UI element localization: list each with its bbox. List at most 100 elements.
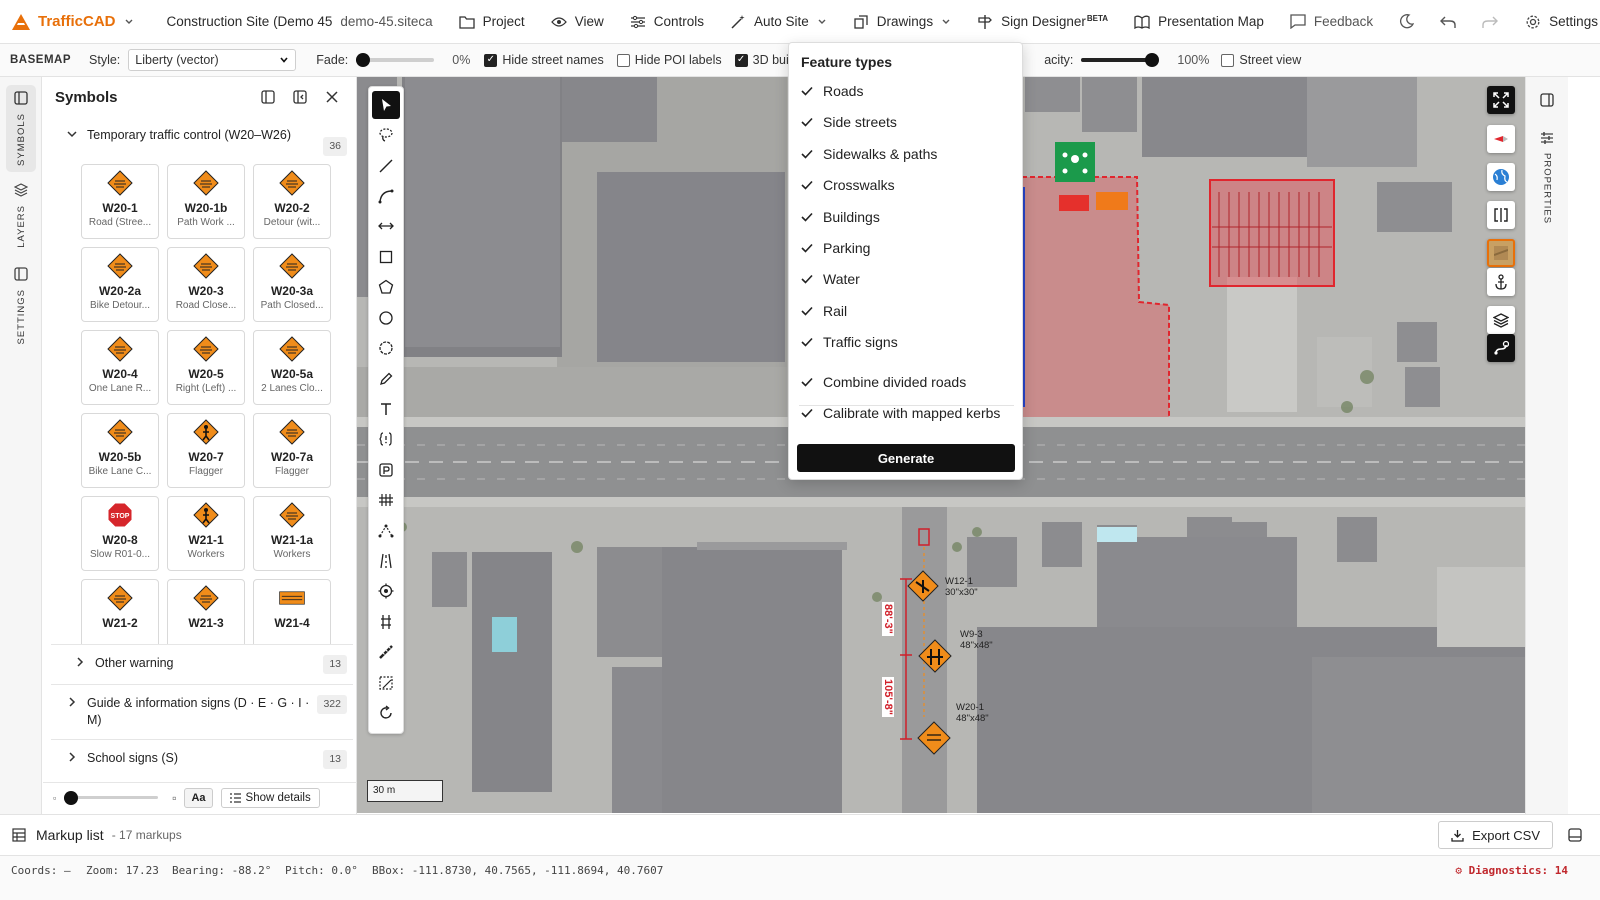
markup-panel-toggle[interactable] [1568,828,1582,845]
rail-tab-layers[interactable]: LAYERS [6,177,36,254]
symbol-card[interactable]: W20-4 One Lane R... [81,330,159,405]
generate-button[interactable]: Generate [797,444,1015,472]
feature-type-option[interactable]: Sidewalks & paths [801,146,937,162]
sign-label-w20-1[interactable]: W20-1 48"x48" [956,702,989,724]
feature-option[interactable]: Combine divided roads [801,374,966,390]
opacity-slider-knob[interactable] [1145,53,1160,67]
feature-type-option[interactable]: Rail [801,303,847,319]
markup-list-bar[interactable]: Markup list - 17 markups Export CSV [0,814,1600,854]
symbol-card[interactable]: W20-1 Road (Stree... [81,164,159,239]
theme-toggle[interactable] [1386,0,1427,44]
opacity-slider[interactable] [1081,53,1160,67]
select-tool[interactable] [372,91,400,119]
vertex-tool[interactable] [372,517,400,545]
street-view-checkbox[interactable]: Street view [1221,53,1301,67]
layers-button[interactable] [1487,306,1515,334]
symbol-size-slider[interactable] [64,791,159,805]
symbol-card[interactable]: W21-1a Workers [253,496,331,571]
symbol-card[interactable]: W20-5 Right (Left) ... [167,330,245,405]
checkbox-box[interactable] [734,53,748,67]
menu-feedback[interactable]: Feedback [1277,0,1386,44]
fade-slider-knob[interactable] [356,53,371,67]
sign-label-w12-1[interactable]: W12-1 30"x30" [945,576,978,598]
symbol-card[interactable]: W20-1b Path Work ... [167,164,245,239]
parking-tool[interactable] [372,456,400,484]
feature-type-option[interactable]: Water [801,271,860,287]
redo-button[interactable] [1469,0,1511,44]
crosswalk-tool[interactable] [372,486,400,514]
symbol-group-row[interactable]: Guide & information signs (D · E · G · I… [51,684,353,739]
symbols-scroll-area[interactable]: Temporary traffic control (W20–W26) 36 W… [51,119,353,791]
symbol-card[interactable]: W20-3 Road Close... [167,247,245,322]
menu-view[interactable]: View [538,0,617,44]
compass-button[interactable] [1487,125,1515,153]
menu-project[interactable]: Project [446,0,538,44]
freeform-shape-tool[interactable] [372,334,400,362]
group-temporary-traffic-control[interactable]: Temporary traffic control (W20–W26) 36 [51,119,353,164]
dimension-label-2[interactable]: 105'-8" [882,677,894,717]
polygon-tool[interactable] [372,273,400,301]
area-select-tool[interactable] [372,669,400,697]
aerial-basemap-button[interactable] [1487,239,1515,267]
callout-tool[interactable] [372,425,400,453]
globe-button[interactable] [1487,163,1515,191]
symbol-card[interactable]: W20-2a Bike Detour... [81,247,159,322]
symbol-card[interactable]: W21-3 [167,579,245,654]
checkbox-box[interactable] [1221,53,1235,67]
circle-tool[interactable] [372,304,400,332]
rail-tab-properties[interactable]: PROPERTIES [1534,131,1560,224]
text-tool[interactable] [372,395,400,423]
settings-button[interactable]: Settings [1511,0,1600,44]
toggle-right-panel-button[interactable] [1540,93,1554,110]
symbol-card[interactable]: W20-5b Bike Lane C... [81,413,159,488]
symbol-group-row[interactable]: Other warning 13 [51,644,353,684]
target-tool[interactable] [372,577,400,605]
symbol-card[interactable]: W21-4 [253,579,331,654]
menu-sign-designer[interactable]: Sign DesignerBETA [964,0,1121,44]
lasso-tool[interactable] [372,121,400,149]
checkbox-box[interactable] [484,53,498,67]
rail-tool[interactable] [372,608,400,636]
road-tool[interactable] [372,547,400,575]
measure-tool[interactable] [372,212,400,240]
menu-drawings[interactable]: Drawings [840,0,964,44]
rail-tab-settings[interactable]: SETTINGS [6,261,36,351]
route-button[interactable] [1487,334,1515,362]
symbol-card[interactable]: W20-2 Detour (wit... [253,164,331,239]
symbol-size-knob[interactable] [64,791,79,805]
feature-type-option[interactable]: Crosswalks [801,177,895,193]
menu-controls[interactable]: Controls [617,0,717,44]
pencil-tool[interactable] [372,365,400,393]
fade-slider[interactable] [356,53,435,67]
symbol-card[interactable]: W20-3a Path Closed... [253,247,331,322]
symbol-card[interactable]: W21-2 [81,579,159,654]
feature-option[interactable]: Calibrate with mapped kerbs [801,405,1000,421]
hide-poi-labels-checkbox[interactable]: Hide POI labels [616,53,722,67]
anchor-button[interactable] [1487,268,1515,296]
line-tool[interactable] [372,152,400,180]
symbol-group-row[interactable]: School signs (S) 13 [51,739,353,779]
text-labels-button[interactable]: Aa [184,787,213,808]
sign-label-w9-3[interactable]: W9-3 48"x48" [960,629,993,651]
project-title[interactable]: Construction Site (Demo 45 demo-45.sitec… [147,0,446,44]
menu-auto-site[interactable]: Auto Site [717,0,840,44]
rotate-tool[interactable] [372,699,400,727]
fullscreen-button[interactable] [1487,86,1515,114]
compare-button[interactable] [1487,201,1515,229]
symbol-card[interactable]: STOP W20-8 Slow R01-0... [81,496,159,571]
dock-panel-button[interactable] [255,84,281,110]
collapse-panel-button[interactable] [287,84,313,110]
undo-button[interactable] [1427,0,1469,44]
symbol-card[interactable]: W20-7a Flagger [253,413,331,488]
symbol-card[interactable]: W20-5a 2 Lanes Clo... [253,330,331,405]
menu-presentation-map[interactable]: Presentation Map [1121,0,1277,44]
hide-street-names-checkbox[interactable]: Hide street names [484,53,604,67]
feature-type-option[interactable]: Side streets [801,114,897,130]
curve-tool[interactable] [372,182,400,210]
ruler-tool[interactable] [372,638,400,666]
rectangle-tool[interactable] [372,243,400,271]
feature-type-option[interactable]: Buildings [801,209,880,225]
feature-type-option[interactable]: Traffic signs [801,334,898,350]
export-csv-button[interactable]: Export CSV [1438,821,1553,849]
feature-type-option[interactable]: Parking [801,240,870,256]
